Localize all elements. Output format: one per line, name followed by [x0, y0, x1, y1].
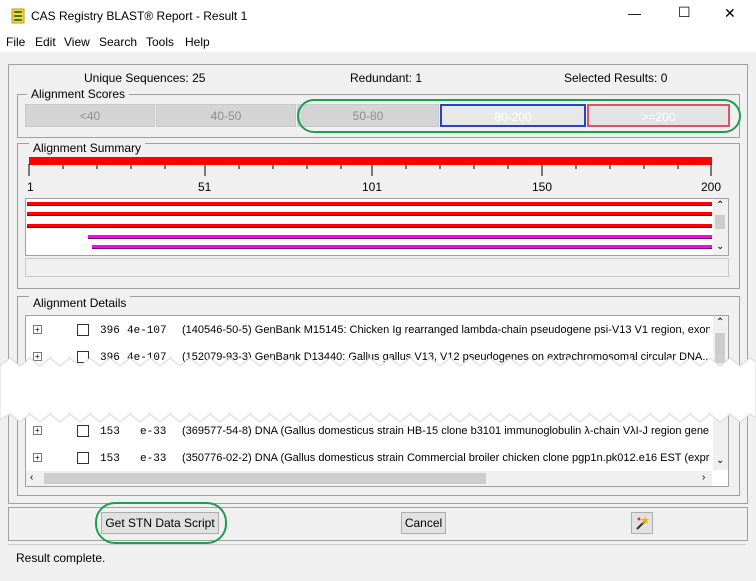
hscroll-thumb[interactable] — [44, 473, 486, 484]
position-ruler — [28, 164, 712, 176]
status-bar — [8, 544, 746, 572]
row-evalue: e-33 — [140, 426, 167, 438]
minimize-button[interactable]: — — [628, 6, 641, 21]
alignment-details-label: Alignment Details — [29, 296, 131, 310]
row-description[interactable]: (369577-54-8) DNA (Gallus domesticus str… — [182, 425, 710, 437]
torn-edge-overlay — [0, 357, 756, 423]
menu-file[interactable]: File — [6, 35, 25, 49]
ruler-tick-150: 150 — [532, 180, 553, 194]
row-score: 153 — [100, 453, 120, 465]
wand-tool-button[interactable] — [631, 512, 653, 534]
row-checkbox[interactable] — [77, 324, 89, 336]
scroll-right-icon[interactable]: › — [702, 472, 705, 483]
ruler-tick-101: 101 — [362, 180, 383, 194]
selected-results: Selected Results: 0 — [564, 71, 668, 85]
app-icon — [11, 8, 25, 24]
wand-icon — [636, 516, 649, 530]
summary-hscroll[interactable] — [25, 258, 729, 277]
row-checkbox[interactable] — [77, 452, 89, 464]
hit-bar[interactable] — [27, 202, 712, 206]
close-button[interactable]: ✕ — [724, 5, 736, 22]
scroll-up-icon[interactable]: ⌃ — [716, 317, 724, 328]
status-text: Result complete. — [16, 551, 106, 565]
row-evalue: e-33 — [140, 453, 167, 465]
maximize-button[interactable]: ☐ — [678, 4, 691, 21]
ruler-tick-51: 51 — [198, 180, 212, 194]
alignment-scores-label: Alignment Scores — [27, 87, 130, 101]
hit-bar[interactable] — [92, 245, 712, 249]
row-checkbox[interactable] — [77, 425, 89, 437]
plus-icon[interactable]: + — [35, 326, 40, 334]
scroll-thumb[interactable] — [715, 215, 725, 229]
menu-view[interactable]: View — [64, 35, 90, 49]
row-score: 153 — [100, 426, 120, 438]
hit-bar[interactable] — [27, 212, 712, 216]
highlight-get-stn — [95, 502, 227, 544]
scroll-left-icon[interactable]: ‹ — [30, 472, 33, 483]
row-description[interactable]: (350776-02-2) DNA (Gallus domesticus str… — [182, 452, 710, 464]
plus-icon[interactable]: + — [35, 427, 40, 435]
menu-edit[interactable]: Edit — [35, 35, 56, 49]
row-description[interactable]: (140546-50-5) GenBank M15145: Chicken Ig… — [182, 324, 710, 336]
redundant-count: Redundant: 1 — [350, 71, 423, 85]
menu-bar: File Edit View Search Tools Help — [0, 32, 756, 52]
highlight-score-buttons — [297, 99, 741, 133]
scroll-down-icon[interactable]: ⌄ — [716, 241, 724, 252]
row-score: 396 — [100, 325, 120, 337]
menu-search[interactable]: Search — [99, 35, 137, 49]
row-evalue: 4e-107 — [127, 325, 167, 337]
hit-bar[interactable] — [27, 224, 712, 228]
menu-tools[interactable]: Tools — [146, 35, 174, 49]
ruler-tick-200: 200 — [701, 180, 722, 194]
ruler-tick-1: 1 — [27, 180, 34, 194]
plus-icon[interactable]: + — [35, 454, 40, 462]
score-filter-40-50[interactable]: 40-50 — [156, 104, 296, 127]
hit-bar[interactable] — [88, 235, 712, 239]
scroll-up-icon[interactable]: ⌃ — [716, 200, 724, 211]
alignment-summary-label: Alignment Summary — [29, 141, 146, 155]
score-filter-lt40[interactable]: <40 — [25, 104, 155, 127]
title-bar: CAS Registry BLAST® Report - Result 1 — … — [0, 0, 756, 32]
scroll-down-icon[interactable]: ⌄ — [716, 455, 724, 466]
unique-sequences: Unique Sequences: 25 — [84, 71, 206, 85]
menu-help[interactable]: Help — [185, 35, 210, 49]
window-title: CAS Registry BLAST® Report - Result 1 — [31, 9, 248, 23]
cancel-button[interactable]: Cancel — [401, 512, 446, 534]
